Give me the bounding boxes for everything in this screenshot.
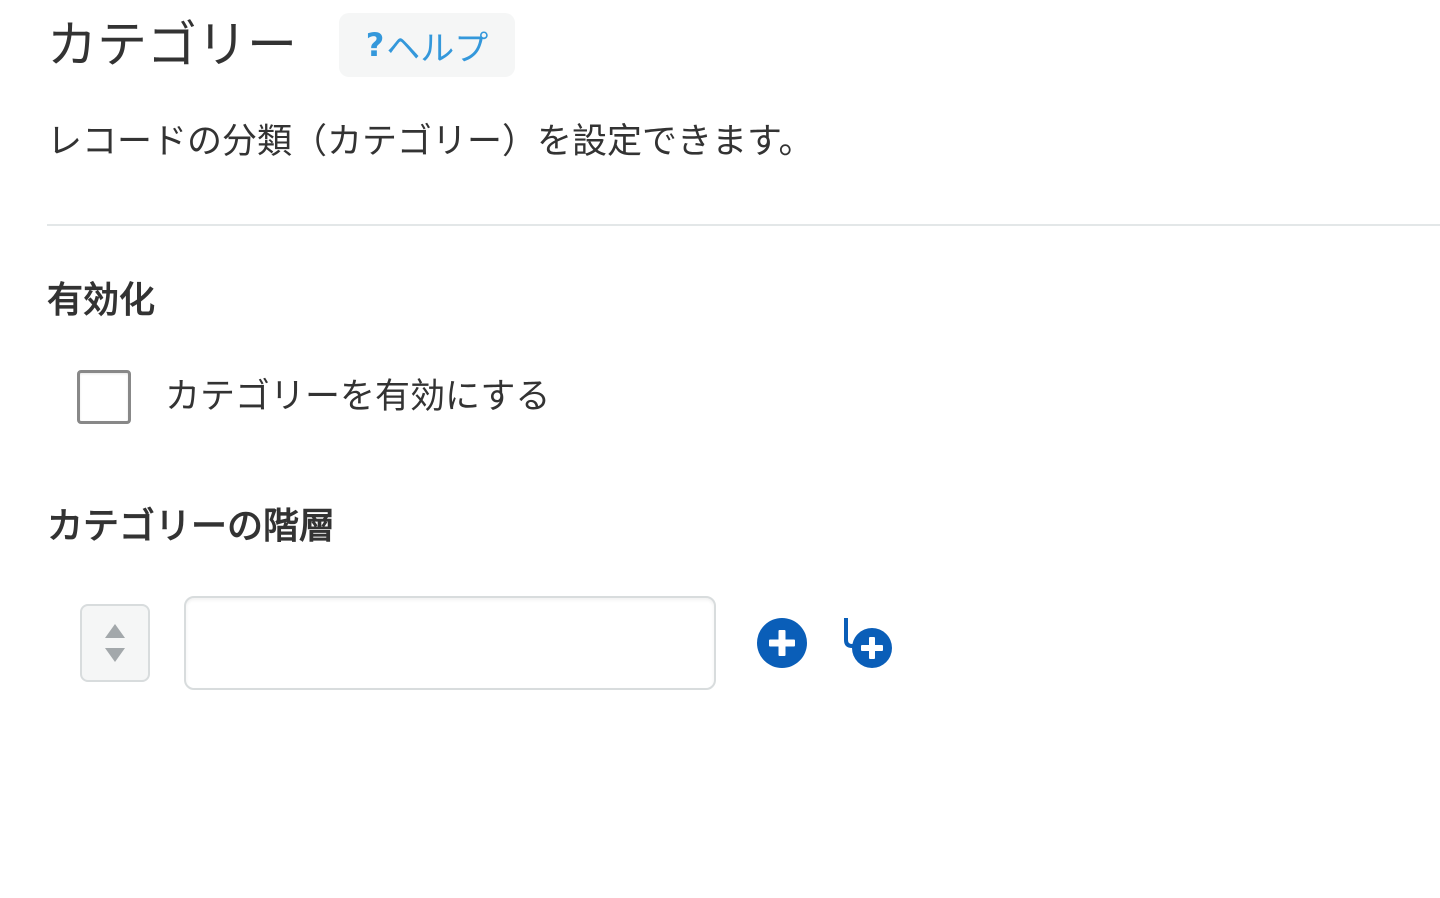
- category-settings-page: カテゴリー ? ヘルプ レコードの分類（カテゴリー）を設定できます。 有効化 カ…: [0, 0, 1440, 898]
- help-button[interactable]: ? ヘルプ: [339, 13, 515, 77]
- title-row: カテゴリー ? ヘルプ: [47, 10, 515, 80]
- enable-category-label[interactable]: カテゴリーを有効にする: [165, 370, 550, 424]
- hierarchy-section-heading: カテゴリーの階層: [47, 506, 336, 547]
- page-description: レコードの分類（カテゴリー）を設定できます。: [47, 122, 814, 162]
- sort-arrows-icon: [105, 624, 125, 662]
- enable-category-checkbox[interactable]: [77, 370, 131, 424]
- sort-handle[interactable]: [80, 604, 150, 682]
- page-title: カテゴリー: [47, 16, 297, 74]
- category-name-input[interactable]: [184, 596, 716, 690]
- add-circle-icon[interactable]: [756, 617, 808, 669]
- divider: [47, 224, 1440, 226]
- category-item-row: [80, 596, 894, 690]
- add-child-icon[interactable]: [840, 616, 894, 670]
- enable-category-row: カテゴリーを有効にする: [77, 370, 550, 424]
- help-label: ヘルプ: [386, 28, 489, 69]
- enable-section-heading: 有効化: [47, 280, 156, 321]
- question-icon: ?: [365, 26, 385, 64]
